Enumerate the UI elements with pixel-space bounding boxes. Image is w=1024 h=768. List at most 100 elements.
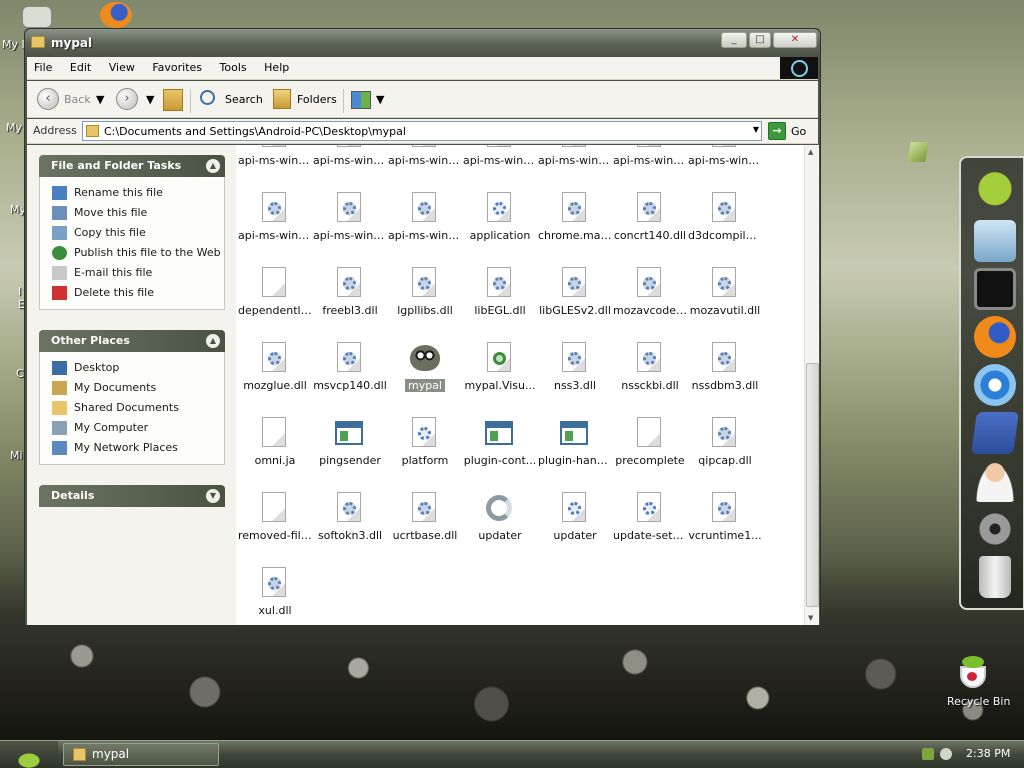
menu-favorites[interactable]: Favorites: [145, 57, 209, 74]
title-bar[interactable]: mypal _ □ ✕: [25, 29, 820, 57]
clock[interactable]: 2:38 PM: [966, 747, 1010, 760]
address-input[interactable]: C:\Documents and Settings\Android-PC\Des…: [82, 121, 762, 141]
tray-app-icon[interactable]: [922, 748, 934, 760]
views-dropdown-icon[interactable]: ▼: [376, 88, 384, 112]
file-item[interactable]: nssckbi.dll: [613, 342, 687, 414]
file-item[interactable]: nss3.dll: [538, 342, 612, 414]
file-item[interactable]: lgpllibs.dll: [388, 267, 462, 339]
recycle-bin-icon[interactable]: [956, 656, 992, 690]
pencil-icon[interactable]: [907, 142, 929, 162]
panel-header[interactable]: File and Folder Tasks ▲: [39, 155, 225, 177]
file-item[interactable]: mypal: [388, 342, 462, 414]
close-button[interactable]: ✕: [773, 32, 817, 48]
maximize-button[interactable]: □: [749, 32, 771, 48]
firefox-icon[interactable]: [100, 2, 132, 28]
file-item[interactable]: api-ms-win-...: [613, 145, 687, 189]
file-item[interactable]: api-ms-win-...: [313, 145, 387, 189]
file-item[interactable]: freebl3.dll: [313, 267, 387, 339]
file-item[interactable]: removed-files: [238, 492, 312, 564]
facebook-icon[interactable]: [971, 412, 1019, 454]
task-item[interactable]: Move this file: [40, 203, 224, 223]
task-item[interactable]: Delete this file: [40, 283, 224, 303]
file-list-view[interactable]: api-ms-win-... api-ms-win-... api-ms-win-.…: [236, 145, 805, 625]
file-item[interactable]: platform: [388, 417, 462, 489]
task-item[interactable]: Desktop: [40, 358, 224, 378]
task-item[interactable]: Copy this file: [40, 223, 224, 243]
desktop-icon-label[interactable]: My: [6, 121, 22, 134]
file-item[interactable]: api-ms-win-...: [238, 145, 312, 189]
folders-button[interactable]: Folders: [297, 88, 337, 112]
file-item[interactable]: plugin-cont...: [463, 417, 537, 489]
scrollbar-thumb[interactable]: [806, 363, 819, 607]
panel-header[interactable]: Details ▼: [39, 485, 225, 507]
file-item[interactable]: plugin-hang-ui: [538, 417, 612, 489]
address-dropdown-icon[interactable]: ▼: [753, 125, 759, 134]
android-icon[interactable]: [974, 172, 1016, 214]
tablet-icon[interactable]: [974, 268, 1016, 310]
file-item[interactable]: api-ms-win-...: [238, 192, 312, 264]
file-item[interactable]: mypal.Visu...: [463, 342, 537, 414]
search-icon[interactable]: [200, 90, 215, 105]
folders-icon[interactable]: [273, 89, 291, 109]
file-item[interactable]: libEGL.dll: [463, 267, 537, 339]
tray-network-icon[interactable]: [940, 748, 952, 760]
internet-explorer-icon[interactable]: [974, 364, 1016, 406]
collapse-chevron-icon[interactable]: ▲: [206, 159, 220, 173]
panel-header[interactable]: Other Places ▲: [39, 330, 225, 352]
file-item[interactable]: updater: [463, 492, 537, 564]
go-arrow-icon[interactable]: →: [768, 122, 786, 140]
back-dropdown-icon[interactable]: ▼: [96, 88, 104, 112]
file-item[interactable]: softokn3.dll: [313, 492, 387, 564]
file-item[interactable]: mozavutil.dll: [688, 267, 762, 339]
task-item[interactable]: Shared Documents: [40, 398, 224, 418]
file-item[interactable]: precomplete: [613, 417, 687, 489]
menu-edit[interactable]: Edit: [63, 57, 98, 74]
file-item[interactable]: pingsender: [313, 417, 387, 489]
task-item[interactable]: My Computer: [40, 418, 224, 438]
task-item[interactable]: Rename this file: [40, 183, 224, 203]
file-item[interactable]: api-ms-win-...: [688, 145, 762, 189]
scroll-up-icon[interactable]: ▲: [808, 148, 813, 156]
file-item[interactable]: api-ms-win-...: [463, 145, 537, 189]
file-item[interactable]: qipcap.dll: [688, 417, 762, 489]
settings-gear-icon[interactable]: [974, 508, 1016, 550]
support-agent-icon[interactable]: [974, 460, 1016, 502]
go-button[interactable]: Go: [791, 125, 806, 138]
back-arrow-icon[interactable]: ‹: [37, 88, 59, 110]
file-item[interactable]: nssdbm3.dll: [688, 342, 762, 414]
recycle-bin-label[interactable]: Recycle Bin: [947, 695, 1010, 708]
file-item[interactable]: omni.ja: [238, 417, 312, 489]
file-item[interactable]: api-ms-win-...: [538, 145, 612, 189]
up-folder-icon[interactable]: [163, 89, 183, 111]
file-item[interactable]: ucrtbase.dll: [388, 492, 462, 564]
scroll-down-icon[interactable]: ▼: [808, 614, 813, 622]
file-item[interactable]: libGLESv2.dll: [538, 267, 612, 339]
file-item[interactable]: xul.dll: [238, 567, 312, 625]
desktop-computer-icon[interactable]: [22, 6, 52, 28]
taskbar-window-button[interactable]: mypal: [63, 743, 219, 766]
file-item[interactable]: api-ms-win-...: [388, 192, 462, 264]
task-item[interactable]: My Network Places: [40, 438, 224, 458]
desktop-icon-label[interactable]: C: [16, 367, 24, 380]
file-item[interactable]: api-ms-win-...: [388, 145, 462, 189]
menu-view[interactable]: View: [102, 57, 142, 74]
monitor-icon[interactable]: [974, 220, 1016, 262]
start-button[interactable]: [0, 741, 58, 768]
views-icon[interactable]: [351, 91, 371, 109]
back-button[interactable]: Back: [64, 88, 91, 112]
desktop-icon-label[interactable]: Mi: [10, 449, 23, 462]
expand-chevron-icon[interactable]: ▼: [206, 489, 220, 503]
firefox-dock-icon[interactable]: [974, 316, 1016, 358]
menu-help[interactable]: Help: [257, 57, 296, 74]
task-item[interactable]: Publish this file to the Web: [40, 243, 224, 263]
collapse-chevron-icon[interactable]: ▲: [206, 334, 220, 348]
file-item[interactable]: d3dcompiler...: [688, 192, 762, 264]
file-item[interactable]: mozglue.dll: [238, 342, 312, 414]
minimize-button[interactable]: _: [721, 32, 747, 48]
menu-file[interactable]: File: [27, 57, 59, 74]
file-item[interactable]: update-setti...: [613, 492, 687, 564]
task-item[interactable]: E-mail this file: [40, 263, 224, 283]
desktop-icon-label[interactable]: My I: [2, 38, 25, 51]
file-item[interactable]: msvcp140.dll: [313, 342, 387, 414]
file-item[interactable]: api-ms-win-...: [313, 192, 387, 264]
